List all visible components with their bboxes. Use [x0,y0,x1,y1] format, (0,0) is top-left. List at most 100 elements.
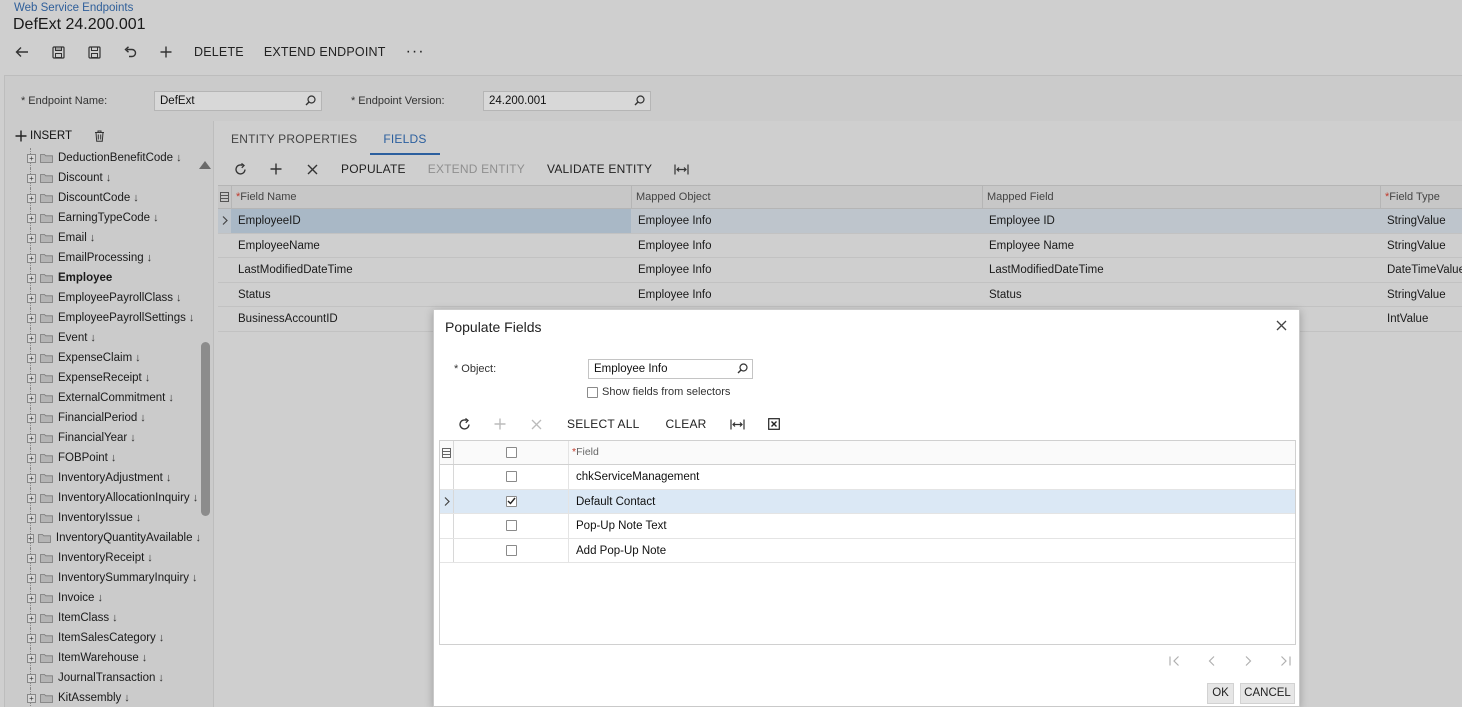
list-item[interactable]: Add Pop-Up Note [440,538,1295,563]
delete-icon[interactable] [518,414,554,434]
tree-item[interactable]: + ExternalCommitment ↓ [5,388,201,408]
tree-item[interactable]: + EmployeePayrollClass ↓ [5,288,201,308]
row-selector[interactable] [218,307,231,331]
trash-icon[interactable] [94,130,105,142]
expand-icon[interactable]: + [27,333,36,343]
tree-item[interactable]: + Email ↓ [5,228,201,248]
cell-mapped-object[interactable]: Employee Info [631,209,982,233]
column-field-type[interactable]: *Field Type [1380,186,1462,208]
ok-button[interactable]: OK [1207,683,1234,704]
column-field[interactable]: *Field [569,441,1295,464]
row-selector[interactable] [440,489,454,513]
table-row[interactable]: EmployeeName Employee Info Employee Name St… [218,234,1462,258]
table-row[interactable]: EmployeeID Employee Info Employee ID String… [218,209,1462,234]
tree-item[interactable]: + InventoryReceipt ↓ [5,548,201,568]
tree-item[interactable]: + InventoryIssue ↓ [5,508,201,528]
tree-item[interactable]: + ExpenseReceipt ↓ [5,368,201,388]
cell-field-name[interactable]: EmployeeName [231,234,631,258]
delete-button[interactable]: DELETE [184,40,254,64]
tab-entity-properties[interactable]: ENTITY PROPERTIES [218,125,370,155]
cell-mapped-field[interactable]: Employee ID [982,209,1380,233]
expand-icon[interactable]: + [27,653,36,663]
extend-endpoint-button[interactable]: EXTEND ENDPOINT [254,40,396,64]
expand-icon[interactable]: + [27,493,36,503]
field-checkbox[interactable] [505,495,517,507]
close-icon[interactable] [1276,320,1287,331]
cell-field-type[interactable]: DateTimeValue [1380,258,1462,282]
fit-columns-icon[interactable] [663,158,699,180]
prev-page-icon[interactable] [1193,653,1230,669]
tree-item[interactable]: + ItemClass ↓ [5,608,201,628]
tree-item[interactable]: + ItemWarehouse ↓ [5,648,201,668]
tree-item[interactable]: + FinancialPeriod ↓ [5,408,201,428]
expand-icon[interactable]: + [27,353,36,363]
cell-field[interactable]: Add Pop-Up Note [569,539,1295,563]
save-close-icon[interactable] [40,40,76,64]
expand-icon[interactable]: + [27,253,36,263]
column-settings-icon[interactable] [218,186,231,208]
list-item[interactable]: chkServiceManagement [440,465,1295,490]
add-row-icon[interactable] [258,158,294,180]
tree-item[interactable]: + Employee [5,268,201,288]
tab-fields[interactable]: FIELDS [370,125,440,155]
select-all-button[interactable]: SELECT ALL [554,417,653,431]
tree-scrollbar-thumb[interactable] [201,342,210,516]
cell-field-type[interactable]: StringValue [1380,283,1462,307]
expand-icon[interactable]: + [27,313,36,323]
tree-item[interactable]: + InventoryAllocationInquiry ↓ [5,488,201,508]
expand-icon[interactable]: + [27,693,36,703]
cell-mapped-field[interactable]: Employee Name [982,234,1380,258]
refresh-icon[interactable] [446,414,482,434]
cancel-button[interactable]: CANCEL [1240,683,1295,704]
show-selectors-option[interactable]: Show fields from selectors [587,386,730,398]
select-all-checkbox[interactable] [505,447,517,458]
add-icon[interactable] [148,40,184,64]
export-excel-icon[interactable] [756,414,792,434]
cell-field-type[interactable]: StringValue [1380,209,1462,233]
table-row[interactable]: LastModifiedDateTime Employee Info LastMod… [218,258,1462,283]
cell-field-name[interactable]: EmployeeID [231,209,631,233]
undo-icon[interactable] [112,40,148,64]
cell-field-name[interactable]: Status [231,283,631,307]
first-page-icon[interactable] [1156,653,1193,669]
cell-field[interactable]: Default Contact [569,490,1295,514]
row-selector[interactable] [218,283,231,307]
expand-icon[interactable]: + [27,573,36,583]
tree-item[interactable]: + FinancialYear ↓ [5,428,201,448]
expand-icon[interactable]: + [27,153,36,163]
populate-button[interactable]: POPULATE [330,162,417,176]
tree-item[interactable]: + DeductionBenefitCode ↓ [5,148,201,168]
row-selector[interactable] [440,538,454,562]
cell-field-type[interactable]: IntValue [1380,307,1462,331]
clear-button[interactable]: CLEAR [653,417,720,431]
next-page-icon[interactable] [1230,653,1267,669]
expand-icon[interactable]: + [27,673,36,683]
expand-icon[interactable]: + [27,633,36,643]
tree-item[interactable]: + KitAssembly ↓ [5,688,201,707]
expand-icon[interactable]: + [27,273,36,283]
search-icon[interactable] [305,95,316,106]
row-selector[interactable] [218,209,231,233]
expand-icon[interactable]: + [27,173,36,183]
tree-item[interactable]: + Discount ↓ [5,168,201,188]
tree-item[interactable]: + InventorySummaryInquiry ↓ [5,568,201,588]
object-field[interactable]: Employee Info [588,359,753,379]
cell-mapped-object[interactable]: Employee Info [631,258,982,282]
search-icon[interactable] [737,363,748,374]
scroll-up-arrow-icon[interactable] [199,161,211,169]
insert-button[interactable]: INSERT [15,130,72,142]
expand-icon[interactable]: + [27,593,36,603]
expand-icon[interactable]: + [27,453,36,463]
cell-field-name[interactable]: LastModifiedDateTime [231,258,631,282]
breadcrumb[interactable]: Web Service Endpoints [14,2,133,14]
cell-mapped-object[interactable]: Employee Info [631,283,982,307]
expand-icon[interactable]: + [27,233,36,243]
row-selector[interactable] [440,465,454,489]
cell-field[interactable]: Pop-Up Note Text [569,514,1295,538]
column-mapped-field[interactable]: Mapped Field [982,186,1380,208]
tree-item[interactable]: + DiscountCode ↓ [5,188,201,208]
fit-columns-icon[interactable] [720,414,756,434]
tree-item[interactable]: + EmployeePayrollSettings ↓ [5,308,201,328]
tree-item[interactable]: + EmailProcessing ↓ [5,248,201,268]
expand-icon[interactable]: + [27,293,36,303]
